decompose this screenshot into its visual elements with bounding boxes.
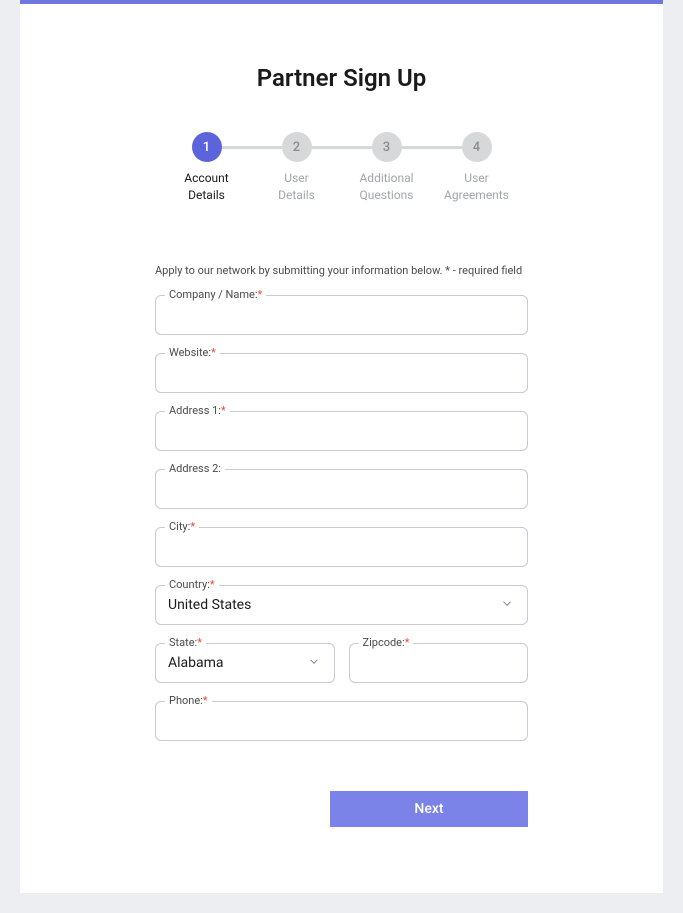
field-label: Phone:* — [165, 694, 212, 707]
field-label: Zipcode:* — [359, 636, 414, 649]
step-number: 2 — [282, 132, 312, 162]
stepper: 1 Account Details 2 User Details 3 Addit… — [20, 132, 663, 204]
next-button[interactable]: Next — [330, 791, 528, 827]
city-input[interactable] — [155, 527, 528, 567]
field-country: Country:* United States — [155, 585, 528, 625]
field-city: City:* — [155, 527, 528, 567]
step-user-details: 2 User Details — [252, 132, 342, 204]
select-wrapper: Alabama — [155, 643, 335, 683]
field-label: Website:* — [165, 346, 220, 359]
step-label: User Agreements — [444, 170, 509, 204]
step-connector — [222, 146, 282, 149]
step-label: Additional Questions — [359, 170, 413, 204]
phone-input[interactable] — [155, 701, 528, 741]
country-select[interactable]: United States — [155, 585, 528, 625]
signup-card: Partner Sign Up 1 Account Details 2 User… — [20, 0, 663, 893]
field-label: Address 2: — [165, 462, 225, 475]
state-select[interactable]: Alabama — [155, 643, 335, 683]
form-instruction: Apply to our network by submitting your … — [155, 264, 528, 277]
form: Apply to our network by submitting your … — [20, 264, 663, 827]
step-connector — [402, 146, 462, 149]
field-address1: Address 1:* — [155, 411, 528, 451]
address2-input[interactable] — [155, 469, 528, 509]
field-label: State:* — [165, 636, 206, 649]
step-number: 3 — [372, 132, 402, 162]
field-website: Website:* — [155, 353, 528, 393]
field-phone: Phone:* — [155, 701, 528, 741]
step-label: User Details — [278, 170, 315, 204]
field-label: Address 1:* — [165, 404, 230, 417]
website-input[interactable] — [155, 353, 528, 393]
page-title: Partner Sign Up — [20, 4, 663, 132]
address1-input[interactable] — [155, 411, 528, 451]
select-wrapper: United States — [155, 585, 528, 625]
field-row-state-zip: State:* Alabama Zipcode:* — [155, 643, 528, 683]
step-user-agreements: 4 User Agreements — [432, 132, 522, 204]
field-label: Company / Name:* — [165, 288, 266, 301]
step-number: 4 — [462, 132, 492, 162]
field-label: Country:* — [165, 578, 219, 591]
step-label: Account Details — [184, 170, 228, 204]
step-number: 1 — [192, 132, 222, 162]
field-state: State:* Alabama — [155, 643, 335, 683]
field-address2: Address 2: — [155, 469, 528, 509]
step-additional-questions: 3 Additional Questions — [342, 132, 432, 204]
field-zipcode: Zipcode:* — [349, 643, 529, 683]
button-row: Next — [155, 791, 528, 827]
field-company: Company / Name:* — [155, 295, 528, 335]
step-connector — [312, 146, 372, 149]
field-label: City:* — [165, 520, 199, 533]
company-input[interactable] — [155, 295, 528, 335]
zipcode-input[interactable] — [349, 643, 529, 683]
step-account-details: 1 Account Details — [162, 132, 252, 204]
